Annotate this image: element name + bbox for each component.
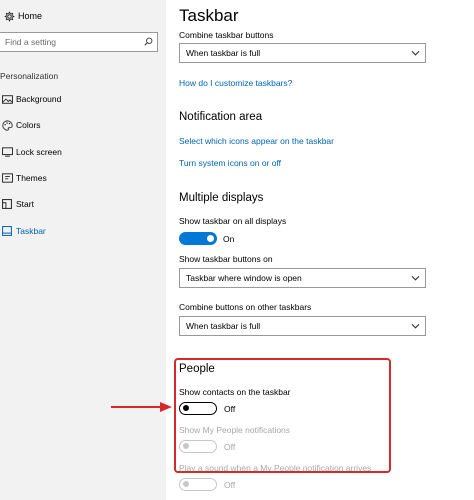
page-title: Taskbar [179, 6, 239, 25]
chevron-down-icon [411, 273, 420, 283]
toggle-state: Off [224, 479, 236, 490]
sidebar-item-themes[interactable]: Themes [0, 165, 166, 191]
combine-dropdown[interactable]: When taskbar is full [179, 43, 426, 63]
toggle-state: On [223, 233, 235, 244]
notification-area-heading: Notification area [179, 111, 263, 123]
sidebar-item-label: Colors [16, 120, 41, 131]
combine-other-label: Combine buttons on other taskbars [179, 302, 312, 312]
combine-label: Combine taskbar buttons [179, 30, 274, 40]
search-box[interactable] [0, 32, 158, 52]
nav-list: Background Colors Lock screen Themes Sta… [0, 86, 166, 244]
customize-taskbars-link[interactable]: How do I customize taskbars? [179, 78, 292, 88]
people-sound-row: Off [179, 478, 235, 491]
search-input[interactable] [5, 37, 135, 47]
combine-value: When taskbar is full [186, 48, 261, 58]
sidebar-item-lock-screen[interactable]: Lock screen [0, 139, 166, 165]
home-nav[interactable]: Home [0, 6, 42, 26]
select-icons-link[interactable]: Select which icons appear on the taskbar [179, 136, 334, 146]
image-icon [0, 94, 14, 104]
section-label: Personalization [0, 71, 59, 81]
multiple-displays-heading: Multiple displays [179, 192, 264, 204]
buttons-on-label: Show taskbar buttons on [179, 254, 273, 264]
sidebar-item-taskbar[interactable]: Taskbar [0, 217, 166, 243]
chevron-down-icon [411, 321, 420, 331]
sidebar-item-label: Themes [16, 173, 47, 184]
show-all-displays-row: On [179, 232, 234, 245]
sidebar-item-label: Lock screen [16, 146, 62, 157]
sidebar-item-label: Start [16, 199, 34, 210]
buttons-on-value: Taskbar where window is open [186, 273, 302, 283]
show-all-displays-label: Show taskbar on all displays [179, 216, 287, 226]
combine-other-value: When taskbar is full [186, 321, 261, 331]
themes-icon [0, 173, 14, 183]
search-icon[interactable] [144, 37, 153, 48]
show-all-displays-toggle[interactable] [179, 232, 217, 245]
taskbar-icon [0, 225, 14, 236]
start-icon [0, 199, 14, 210]
sidebar-item-start[interactable]: Start [0, 191, 166, 217]
sidebar: Home Personalization Background Colors L… [0, 0, 166, 500]
highlight-box [174, 358, 391, 473]
toggle-knob [182, 481, 189, 487]
sidebar-item-label: Taskbar [16, 225, 46, 236]
red-arrow-icon [111, 402, 172, 412]
chevron-down-icon [411, 48, 420, 58]
system-icons-link[interactable]: Turn system icons on or off [179, 158, 281, 168]
palette-icon [0, 120, 14, 131]
sidebar-item-background[interactable]: Background [0, 86, 166, 112]
home-label: Home [18, 11, 43, 21]
combine-other-dropdown[interactable]: When taskbar is full [179, 316, 426, 336]
lock-screen-icon [0, 147, 14, 157]
toggle-knob [207, 235, 214, 242]
people-sound-toggle[interactable] [179, 478, 217, 491]
buttons-on-dropdown[interactable]: Taskbar where window is open [179, 268, 426, 288]
sidebar-item-label: Background [16, 94, 62, 105]
sidebar-item-colors[interactable]: Colors [0, 112, 166, 138]
gear-icon [0, 11, 18, 22]
